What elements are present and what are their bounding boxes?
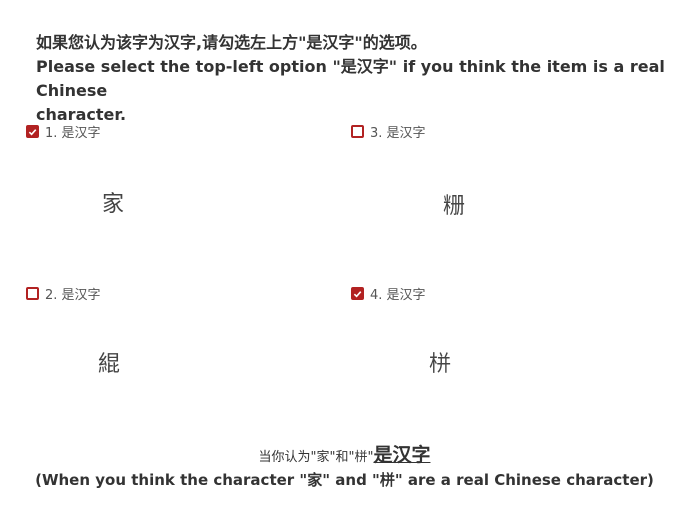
footer-summary: 当你认为"家"和"栟"是汉字	[0, 440, 689, 467]
option-2-label: 2. 是汉字	[45, 288, 101, 303]
checkbox-option-2[interactable]	[26, 287, 39, 300]
character-2: 緄	[97, 352, 120, 377]
instruction-chinese: 如果您认为该字为汉字,请勾选左上方"是汉字"的选项。	[36, 33, 427, 52]
option-1[interactable]: 1. 是汉字	[26, 122, 101, 141]
option-3-label: 3. 是汉字	[370, 126, 426, 141]
option-2[interactable]: 2. 是汉字	[26, 284, 101, 303]
instructions: 如果您认为该字为汉字,请勾选左上方"是汉字"的选项。 Please select…	[36, 31, 681, 127]
checkbox-option-4[interactable]	[351, 287, 364, 300]
option-4[interactable]: 4. 是汉字	[351, 284, 426, 303]
option-4-label: 4. 是汉字	[370, 288, 426, 303]
checkmark-icon	[353, 290, 362, 298]
checkmark-icon	[28, 128, 37, 136]
character-1: 家	[101, 192, 124, 217]
footer-prefix: 当你认为"家"和"栟"	[258, 450, 374, 465]
character-3: 粣	[442, 194, 465, 219]
checkbox-option-3[interactable]	[351, 125, 364, 138]
checkbox-option-1[interactable]	[26, 125, 39, 138]
character-4: 栟	[428, 352, 451, 377]
instruction-english: Please select the top-left option "是汉字" …	[36, 57, 665, 100]
option-3[interactable]: 3. 是汉字	[351, 122, 426, 141]
option-1-label: 1. 是汉字	[45, 126, 101, 141]
footer-explanation: (When you think the character "家" and "栟…	[35, 471, 654, 489]
footer-emphasis: 是汉字	[373, 444, 431, 466]
